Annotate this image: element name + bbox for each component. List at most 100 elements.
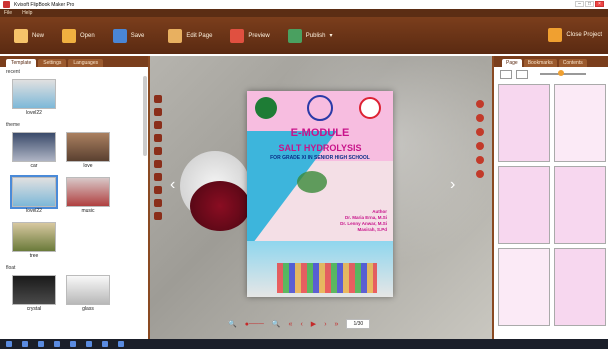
page-thumbnail[interactable] — [554, 84, 606, 162]
template-preview — [12, 132, 56, 162]
book-cover[interactable]: E-MODULE SALT HYDROLYSIS FOR GRADE XI IN… — [247, 91, 393, 297]
preview-label: Preview — [248, 32, 270, 39]
pages-panel: Page Bookmarks Contents — [492, 56, 608, 339]
prev-page-arrow[interactable]: ‹ — [170, 176, 175, 194]
remove-page-icon[interactable] — [516, 69, 528, 79]
tool-icon[interactable] — [476, 170, 484, 178]
last-page-button[interactable]: » — [335, 321, 339, 328]
tool-icon[interactable] — [154, 186, 162, 194]
university-logo — [255, 97, 277, 119]
page-thumbnail[interactable] — [554, 248, 606, 326]
section-float: float — [6, 265, 16, 271]
page-thumbnail[interactable] — [498, 166, 550, 244]
page-thumbnail[interactable] — [554, 166, 606, 244]
app-icon[interactable] — [118, 341, 124, 347]
page-thumbnail[interactable] — [498, 84, 550, 162]
new-file-icon — [14, 28, 28, 43]
tab-contents[interactable]: Contents — [558, 59, 587, 67]
zoom-in-icon[interactable]: 🔍 — [272, 320, 281, 328]
publish-button[interactable]: Publish ▾ — [284, 24, 337, 48]
tab-page[interactable]: Page — [502, 59, 522, 67]
theme-row-2: lovel22 music — [0, 175, 148, 216]
edit-page-icon — [168, 28, 183, 43]
start-icon[interactable] — [6, 341, 12, 347]
publish-icon — [287, 28, 302, 43]
tool-icon[interactable] — [154, 108, 162, 116]
page-thumbnail[interactable] — [498, 248, 550, 326]
minimize-button[interactable]: – — [575, 1, 584, 7]
save-label: Save — [130, 32, 145, 39]
tool-icon[interactable] — [154, 212, 162, 220]
tool-icon[interactable] — [154, 95, 162, 103]
search-icon[interactable] — [22, 341, 28, 347]
tab-bookmarks[interactable]: Bookmarks — [523, 59, 557, 67]
template-preview — [12, 275, 56, 305]
template-thumb[interactable]: love — [66, 132, 110, 169]
zoom-out-icon[interactable]: 🔍 — [228, 320, 237, 328]
tab-settings[interactable]: Settings — [38, 59, 67, 67]
menu-help[interactable]: Help — [22, 10, 32, 16]
cover-authors: Author Dr. Maria Erna, M.Si Dr. Lenny An… — [317, 209, 387, 233]
title-bar: Kvisoft FlipBook Maker Pro – □ × — [0, 0, 608, 9]
play-button[interactable]: ▶ — [311, 320, 316, 328]
left-vertical-toolbar — [152, 95, 164, 255]
first-page-button[interactable]: « — [289, 321, 293, 328]
tool-icon[interactable] — [154, 121, 162, 129]
tab-template[interactable]: Template — [6, 59, 37, 67]
tool-icon[interactable] — [476, 100, 484, 108]
template-label: lovel22 — [26, 208, 42, 214]
prev-page-button[interactable]: ‹ — [300, 321, 302, 328]
template-thumb[interactable]: tree — [12, 222, 56, 259]
template-preview — [12, 222, 56, 252]
template-preview — [66, 177, 110, 207]
close-project-button[interactable]: Close Project — [548, 28, 602, 42]
template-thumb[interactable]: crystal — [12, 275, 56, 312]
template-thumb[interactable]: lovel22 — [12, 79, 56, 116]
close-window-button[interactable]: × — [595, 1, 604, 7]
tool-icon[interactable] — [476, 114, 484, 122]
browser-icon[interactable] — [54, 341, 60, 347]
left-scrollbar[interactable] — [143, 76, 147, 156]
template-thumb[interactable]: glass — [66, 275, 110, 312]
tool-icon[interactable] — [476, 128, 484, 136]
page-indicator[interactable]: 1/30 — [346, 319, 371, 329]
page-tools — [494, 67, 608, 81]
tool-icon[interactable] — [154, 134, 162, 142]
zoom-slider[interactable]: ●─── — [245, 321, 264, 328]
edit-page-button[interactable]: Edit Page — [164, 24, 216, 48]
save-button[interactable]: Save — [109, 24, 149, 48]
cover-subtitle: SALT HYDROLYSIS — [278, 143, 362, 153]
tool-icon[interactable] — [154, 147, 162, 155]
tool-icon[interactable] — [154, 160, 162, 168]
template-label: crystal — [26, 306, 42, 312]
author-name: Masirah, S.Pd — [357, 227, 387, 232]
app-logo-icon — [3, 1, 10, 8]
preview-button[interactable]: Preview — [226, 24, 273, 48]
tool-icon[interactable] — [154, 199, 162, 207]
folder-icon[interactable] — [70, 341, 76, 347]
slider-handle[interactable] — [558, 70, 564, 76]
thumbnail-size-slider[interactable] — [540, 70, 586, 76]
template-panel: Template Settings Languages recent lovel… — [0, 56, 150, 339]
template-thumb[interactable]: lovel22 — [10, 175, 58, 214]
add-page-icon[interactable] — [500, 69, 512, 79]
maximize-button[interactable]: □ — [585, 1, 594, 7]
mail-icon[interactable] — [102, 341, 108, 347]
template-thumb[interactable]: car — [12, 132, 56, 169]
template-preview — [66, 275, 110, 305]
menu-file[interactable]: File — [4, 10, 12, 16]
store-icon[interactable] — [86, 341, 92, 347]
tool-icon[interactable] — [476, 156, 484, 164]
os-taskbar — [0, 339, 608, 349]
next-page-button[interactable]: › — [324, 321, 326, 328]
open-label: Open — [80, 32, 95, 39]
template-label: car — [30, 163, 38, 169]
tool-icon[interactable] — [476, 142, 484, 150]
taskview-icon[interactable] — [38, 341, 44, 347]
tab-languages[interactable]: Languages — [68, 59, 104, 67]
open-button[interactable]: Open — [58, 24, 99, 48]
tool-icon[interactable] — [154, 173, 162, 181]
template-thumb[interactable]: music — [66, 177, 110, 214]
new-button[interactable]: New — [10, 24, 48, 48]
next-page-arrow[interactable]: › — [450, 176, 455, 194]
